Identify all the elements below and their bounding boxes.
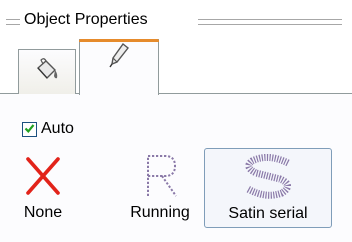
properties-panel: Auto None Running Satin serial (0, 94, 352, 242)
tab-pen[interactable] (79, 39, 159, 95)
stitch-satin-label: Satin serial (228, 205, 308, 222)
tab-fill[interactable] (18, 49, 76, 94)
tab-strip (0, 34, 352, 96)
auto-label: Auto (41, 120, 74, 137)
stitch-running-button[interactable]: Running (125, 148, 195, 228)
pen-icon (108, 42, 130, 72)
fill-bucket-icon (34, 58, 60, 86)
satin-s-icon (238, 149, 298, 199)
panel-title: Object Properties (24, 11, 148, 28)
auto-option[interactable]: Auto (22, 120, 74, 138)
stitch-running-label: Running (130, 204, 190, 221)
auto-checkbox[interactable] (22, 121, 37, 138)
header-divider-left (6, 19, 20, 25)
red-x-icon (23, 148, 63, 198)
panel-header: Object Properties (0, 9, 352, 35)
header-divider-right (198, 19, 342, 25)
dotted-r-icon (138, 148, 182, 198)
stitch-none-label: None (23, 204, 63, 221)
checkmark-icon (24, 121, 35, 138)
stitch-none-button[interactable]: None (16, 148, 70, 228)
stitch-satin-button[interactable]: Satin serial (204, 148, 332, 228)
